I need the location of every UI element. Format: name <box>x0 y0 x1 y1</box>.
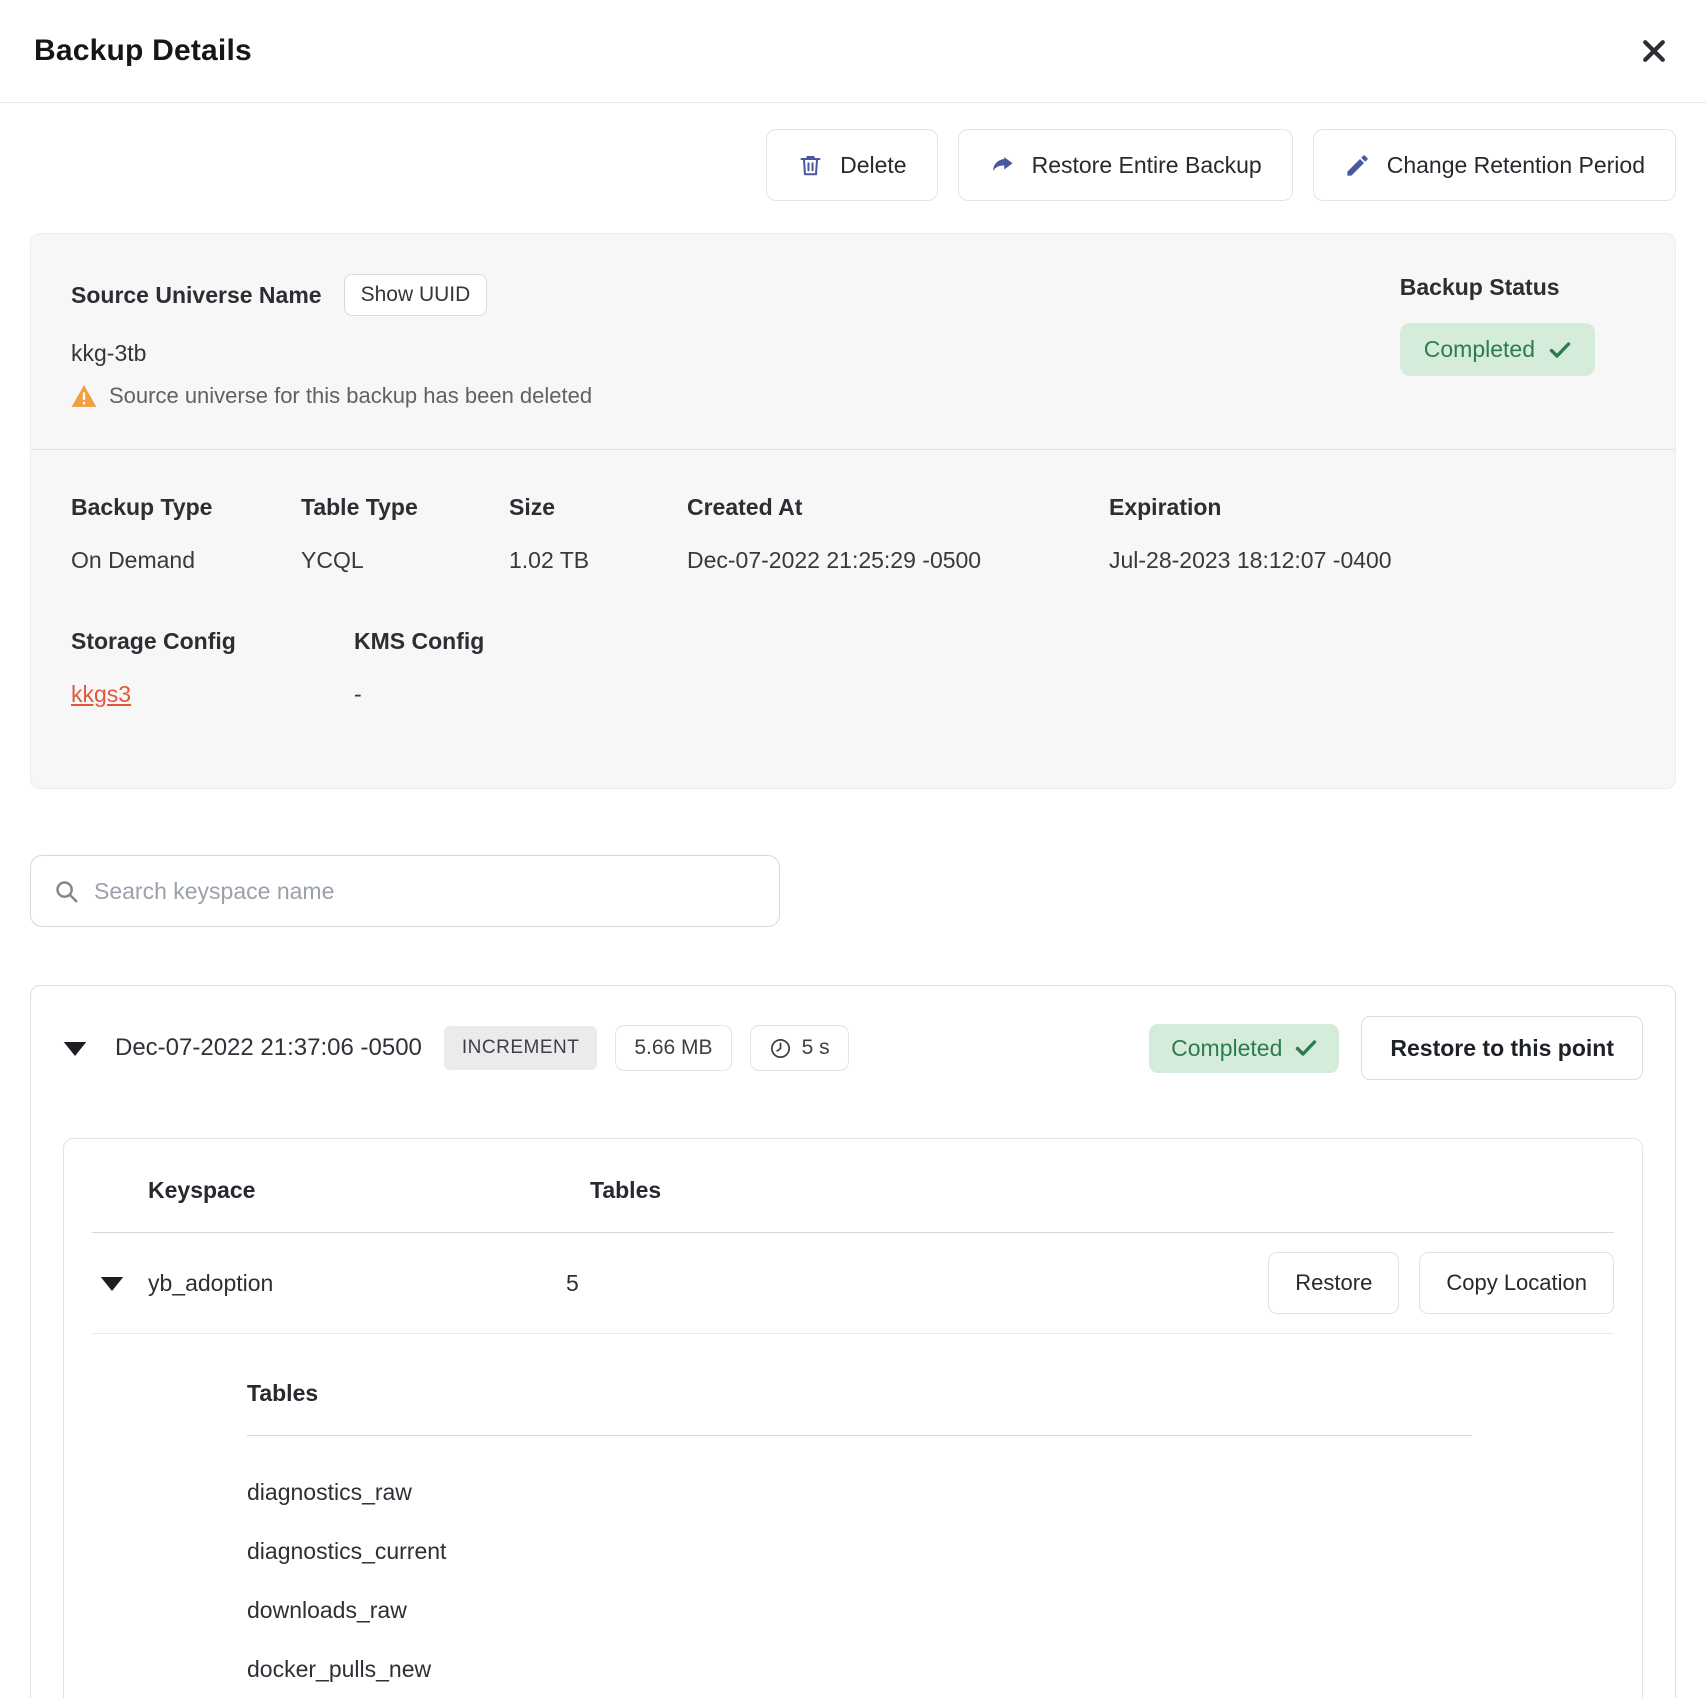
keyspace-table-header: Keyspace Tables <box>64 1139 1642 1232</box>
restore-to-this-point-button[interactable]: Restore to this point <box>1361 1016 1643 1080</box>
universe-deleted-warning: Source universe for this backup has been… <box>71 383 592 409</box>
pencil-icon <box>1344 152 1371 179</box>
tables-sublist-header: Tables <box>247 1380 1472 1407</box>
size-value: 1.02 TB <box>509 547 687 574</box>
table-list-item: docker_pulls_new <box>247 1657 1472 1681</box>
backup-status-badge: Completed <box>1400 323 1595 376</box>
increment-size-chip: 5.66 MB <box>615 1025 731 1071</box>
close-icon[interactable] <box>1636 33 1672 69</box>
copy-location-button[interactable]: Copy Location <box>1419 1252 1614 1314</box>
tables-list: diagnostics_raw diagnostics_current down… <box>247 1480 1472 1698</box>
backup-summary-panel: Source Universe Name Show UUID kkg-3tb S… <box>30 233 1676 789</box>
created-at-label: Created At <box>687 494 1109 521</box>
keyspace-row-yb-adoption: yb_adoption 5 Restore Copy Location <box>64 1233 1642 1333</box>
change-retention-period-button[interactable]: Change Retention Period <box>1313 129 1676 201</box>
universe-name: kkg-3tb <box>71 340 592 367</box>
field-storage-config: Storage Config kkgs3 <box>71 628 354 708</box>
increment-duration-chip: 5 s <box>750 1025 849 1071</box>
kms-config-value: - <box>354 681 1635 708</box>
field-created-at: Created At Dec-07-2022 21:25:29 -0500 <box>687 494 1109 574</box>
field-table-type: Table Type YCQL <box>301 494 509 574</box>
page-title: Backup Details <box>34 34 252 68</box>
table-list-item: diagnostics_current <box>247 1539 1472 1563</box>
source-universe-name-label: Source Universe Name <box>71 282 322 309</box>
backup-status-text: Completed <box>1424 336 1535 363</box>
table-list-item: diagnostics_raw <box>247 1480 1472 1504</box>
field-backup-type: Backup Type On Demand <box>71 494 301 574</box>
keyspace-name: yb_adoption <box>148 1270 566 1297</box>
created-at-value: Dec-07-2022 21:25:29 -0500 <box>687 547 1109 574</box>
tables-column-header: Tables <box>590 1177 661 1204</box>
increment-size-text: 5.66 MB <box>634 1036 712 1060</box>
kms-config-label: KMS Config <box>354 628 1635 655</box>
storage-config-label: Storage Config <box>71 628 354 655</box>
search-icon <box>53 878 80 905</box>
size-label: Size <box>509 494 687 521</box>
table-list-item: downloads_raw <box>247 1598 1472 1622</box>
increment-timestamp: Dec-07-2022 21:37:06 -0500 <box>115 1034 422 1062</box>
modal-header: Backup Details <box>0 0 1706 103</box>
warning-text: Source universe for this backup has been… <box>109 383 592 409</box>
source-universe-block: Source Universe Name Show UUID kkg-3tb S… <box>71 274 592 409</box>
table-type-label: Table Type <box>301 494 509 521</box>
keyspace-table-card: Keyspace Tables yb_adoption 5 Restore Co… <box>63 1138 1643 1698</box>
delete-button-label: Delete <box>840 152 906 179</box>
tables-count: 5 <box>566 1270 579 1297</box>
expiration-value: Jul-28-2023 18:12:07 -0400 <box>1109 547 1635 574</box>
check-icon <box>1295 1039 1317 1057</box>
increment-status-text: Completed <box>1171 1035 1282 1062</box>
increment-type-chip: INCREMENT <box>444 1026 597 1070</box>
field-expiration: Expiration Jul-28-2023 18:12:07 -0400 <box>1109 494 1635 574</box>
search-input[interactable] <box>94 878 757 905</box>
increment-duration-text: 5 s <box>802 1036 830 1060</box>
increment-backup-card: Dec-07-2022 21:37:06 -0500 INCREMENT 5.6… <box>30 985 1676 1698</box>
check-icon <box>1549 341 1571 359</box>
backup-status-block: Backup Status Completed <box>1400 274 1635 376</box>
toolbar: Delete Restore Entire Backup Change Rete… <box>30 129 1676 201</box>
field-kms-config: KMS Config - <box>354 628 1635 708</box>
delete-button[interactable]: Delete <box>766 129 937 201</box>
trash-icon <box>797 152 824 179</box>
change-retention-period-label: Change Retention Period <box>1387 152 1645 179</box>
chevron-down-icon[interactable] <box>63 1041 87 1056</box>
warning-icon <box>71 384 97 408</box>
increment-header-row: Dec-07-2022 21:37:06 -0500 INCREMENT 5.6… <box>63 1016 1643 1080</box>
field-size: Size 1.02 TB <box>509 494 687 574</box>
backup-status-label: Backup Status <box>1400 274 1560 301</box>
backup-type-label: Backup Type <box>71 494 301 521</box>
summary-divider <box>31 449 1675 450</box>
chevron-down-icon[interactable] <box>100 1276 124 1291</box>
expiration-label: Expiration <box>1109 494 1635 521</box>
backup-type-value: On Demand <box>71 547 301 574</box>
storage-config-link[interactable]: kkgs3 <box>71 681 131 707</box>
restore-button[interactable]: Restore <box>1268 1252 1399 1314</box>
increment-status-badge: Completed <box>1149 1024 1339 1073</box>
keyspace-search <box>30 855 780 927</box>
show-uuid-button[interactable]: Show UUID <box>344 274 488 316</box>
tables-sublist-section: Tables diagnostics_raw diagnostics_curre… <box>64 1334 1472 1698</box>
restore-entire-backup-button[interactable]: Restore Entire Backup <box>958 129 1293 201</box>
config-fields: Storage Config kkgs3 KMS Config - <box>71 628 1635 708</box>
table-type-value: YCQL <box>301 547 509 574</box>
clock-icon <box>769 1037 792 1060</box>
tables-sublist-divider <box>247 1435 1472 1436</box>
restore-arrow-icon <box>989 152 1016 179</box>
keyspace-column-header: Keyspace <box>148 1177 590 1204</box>
backup-details-modal: Backup Details Delete Restore Entire Bac… <box>0 0 1706 1698</box>
restore-entire-backup-label: Restore Entire Backup <box>1032 152 1262 179</box>
backup-detail-fields: Backup Type On Demand Table Type YCQL Si… <box>71 494 1635 574</box>
